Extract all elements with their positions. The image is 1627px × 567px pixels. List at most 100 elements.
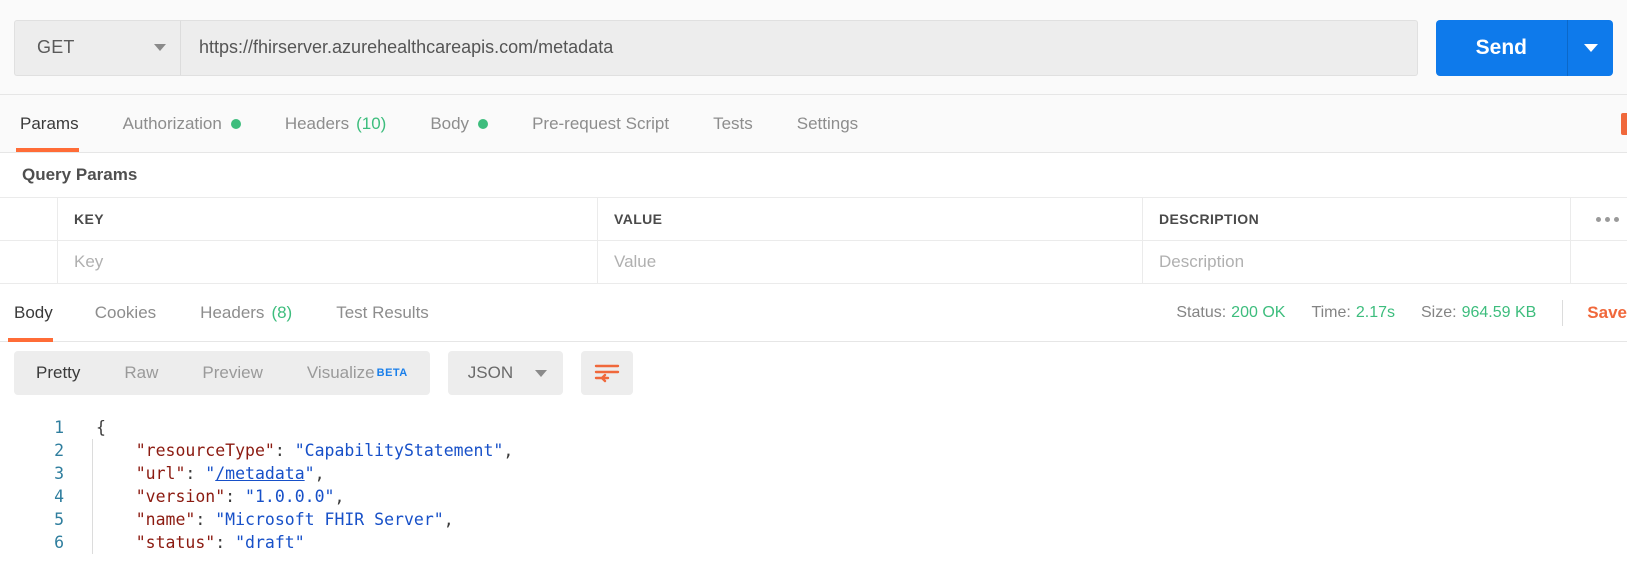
request-tab-authorization[interactable]: Authorization (101, 95, 263, 152)
response-tab-headers[interactable]: Headers (8) (178, 284, 314, 341)
request-tab-settings[interactable]: Settings (775, 95, 880, 152)
tab-count-badge: (8) (271, 302, 293, 322)
code-token: { (96, 418, 106, 437)
beta-badge: BETA (376, 367, 408, 379)
code-token: "status" (135, 533, 216, 552)
request-tab-tests[interactable]: Tests (691, 95, 775, 152)
tab-count-badge: (10) (356, 113, 387, 133)
request-tab-body[interactable]: Body (408, 95, 510, 152)
text-wrap-icon (594, 364, 620, 383)
response-meta: Status: 200 OK Time: 2.17s Size: 964.59 KB … (1176, 284, 1627, 341)
view-mode-pretty[interactable]: Pretty (14, 351, 102, 395)
response-body-viewer[interactable]: 1 2 3 4 5 6 { "resourceType": "CapabilityStat… (0, 404, 1627, 554)
code-line: { (96, 416, 1627, 439)
tab-label: Params (20, 113, 79, 133)
status-value: 200 OK (1231, 303, 1286, 321)
header-checkbox-cell (0, 198, 58, 240)
code-token: : (185, 464, 206, 483)
line-number: 3 (54, 464, 64, 483)
size-label: Size: (1420, 303, 1457, 321)
request-url-bar: GET https://fhirserver.azurehealthcareap… (0, 0, 1627, 95)
time-metric: Time: 2.17s (1311, 304, 1395, 322)
view-mode-preview[interactable]: Preview (180, 351, 284, 395)
view-mode-label: Raw (124, 363, 159, 382)
tab-label: Body (14, 302, 53, 322)
query-params-table: KEY VALUE DESCRIPTION Key Value Descript… (0, 198, 1627, 284)
size-value: 964.59 KB (1461, 303, 1537, 321)
send-options-dropdown[interactable] (1567, 19, 1613, 76)
line-number: 6 (54, 533, 64, 552)
code-line: "version": "1.0.0.0", (96, 485, 1627, 508)
ellipsis-icon (1595, 216, 1619, 222)
response-view-toolbar: Pretty Raw Preview Visualize BETA JSON (0, 342, 1627, 404)
code-token: , (443, 510, 454, 529)
request-tab-pre-request-script[interactable]: Pre-request Script (510, 95, 691, 152)
tab-label: Headers (200, 302, 265, 322)
http-method-label: GET (37, 37, 75, 57)
table-row: Key Value Description (0, 241, 1627, 284)
column-header-key: KEY (58, 198, 598, 240)
response-tabs-bar: Body Cookies Headers (8) Test Results Status… (0, 284, 1627, 342)
size-metric: Size: 964.59 KB (1421, 304, 1536, 322)
line-number: 1 (54, 418, 64, 437)
code-line: "resourceType": "CapabilityStatement", (96, 439, 1627, 462)
tab-label: Test Results (336, 302, 429, 322)
table-header-row: KEY VALUE DESCRIPTION (0, 198, 1627, 241)
send-button-group: Send (1435, 19, 1613, 76)
code-token: , (314, 464, 325, 483)
query-params-title: Query Params (0, 153, 1627, 198)
chevron-down-icon (535, 369, 548, 377)
param-key-input[interactable]: Key (58, 241, 598, 283)
save-response-link[interactable]: Save (1587, 303, 1627, 323)
code-token: "draft" (235, 533, 305, 552)
view-mode-label: Pretty (36, 363, 81, 382)
request-tabs: Params Authorization Headers (10) Body Pre-re… (0, 95, 1627, 153)
code-token: "1.0.0.0" (245, 487, 335, 506)
response-format-dropdown[interactable]: JSON (447, 351, 564, 395)
request-tab-params[interactable]: Params (16, 95, 101, 152)
status-label: Status: (1176, 303, 1227, 321)
meta-divider (1562, 299, 1564, 326)
http-method-dropdown[interactable]: GET (14, 19, 180, 76)
response-tab-body[interactable]: Body (8, 284, 73, 342)
send-button[interactable]: Send (1435, 19, 1567, 76)
view-mode-label: Visualize (306, 363, 375, 382)
tab-label: Body (430, 113, 470, 133)
chevron-down-icon (154, 44, 166, 51)
response-tab-test-results[interactable]: Test Results (314, 284, 451, 341)
code-token: : (215, 533, 236, 552)
code-token: "Microsoft FHIR Server" (215, 510, 444, 529)
view-mode-raw[interactable]: Raw (102, 351, 180, 395)
view-mode-visualize[interactable]: Visualize BETA (285, 351, 430, 395)
code-token: "name" (135, 510, 196, 529)
request-tab-headers[interactable]: Headers (10) (263, 95, 409, 152)
code-line: "name": "Microsoft FHIR Server", (96, 508, 1627, 531)
format-label: JSON (467, 363, 514, 382)
bulk-edit-button[interactable] (1571, 198, 1627, 240)
code-token: "resourceType" (135, 441, 275, 460)
param-value-input[interactable]: Value (598, 241, 1143, 283)
code-token: , (503, 441, 514, 460)
chevron-down-icon (1583, 43, 1598, 52)
view-mode-group: Pretty Raw Preview Visualize BETA (14, 351, 430, 395)
row-checkbox-cell[interactable] (0, 241, 58, 283)
code-token: " (205, 464, 216, 483)
wrap-lines-button[interactable] (581, 351, 634, 395)
code-token: "url" (135, 464, 186, 483)
code-link[interactable]: /metadata (215, 464, 304, 483)
code-token: "version" (135, 487, 226, 506)
param-description-input[interactable]: Description (1143, 241, 1571, 283)
code-token: : (195, 510, 216, 529)
column-header-description: DESCRIPTION (1143, 198, 1571, 240)
code-token: : (274, 441, 295, 460)
tab-label: Authorization (122, 113, 222, 133)
view-mode-label: Preview (202, 363, 263, 382)
status-metric: Status: 200 OK (1176, 304, 1285, 322)
code-token: : (225, 487, 246, 506)
url-input[interactable]: https://fhirserver.azurehealthcareapis.c… (180, 19, 1418, 76)
response-tab-cookies[interactable]: Cookies (73, 284, 178, 341)
